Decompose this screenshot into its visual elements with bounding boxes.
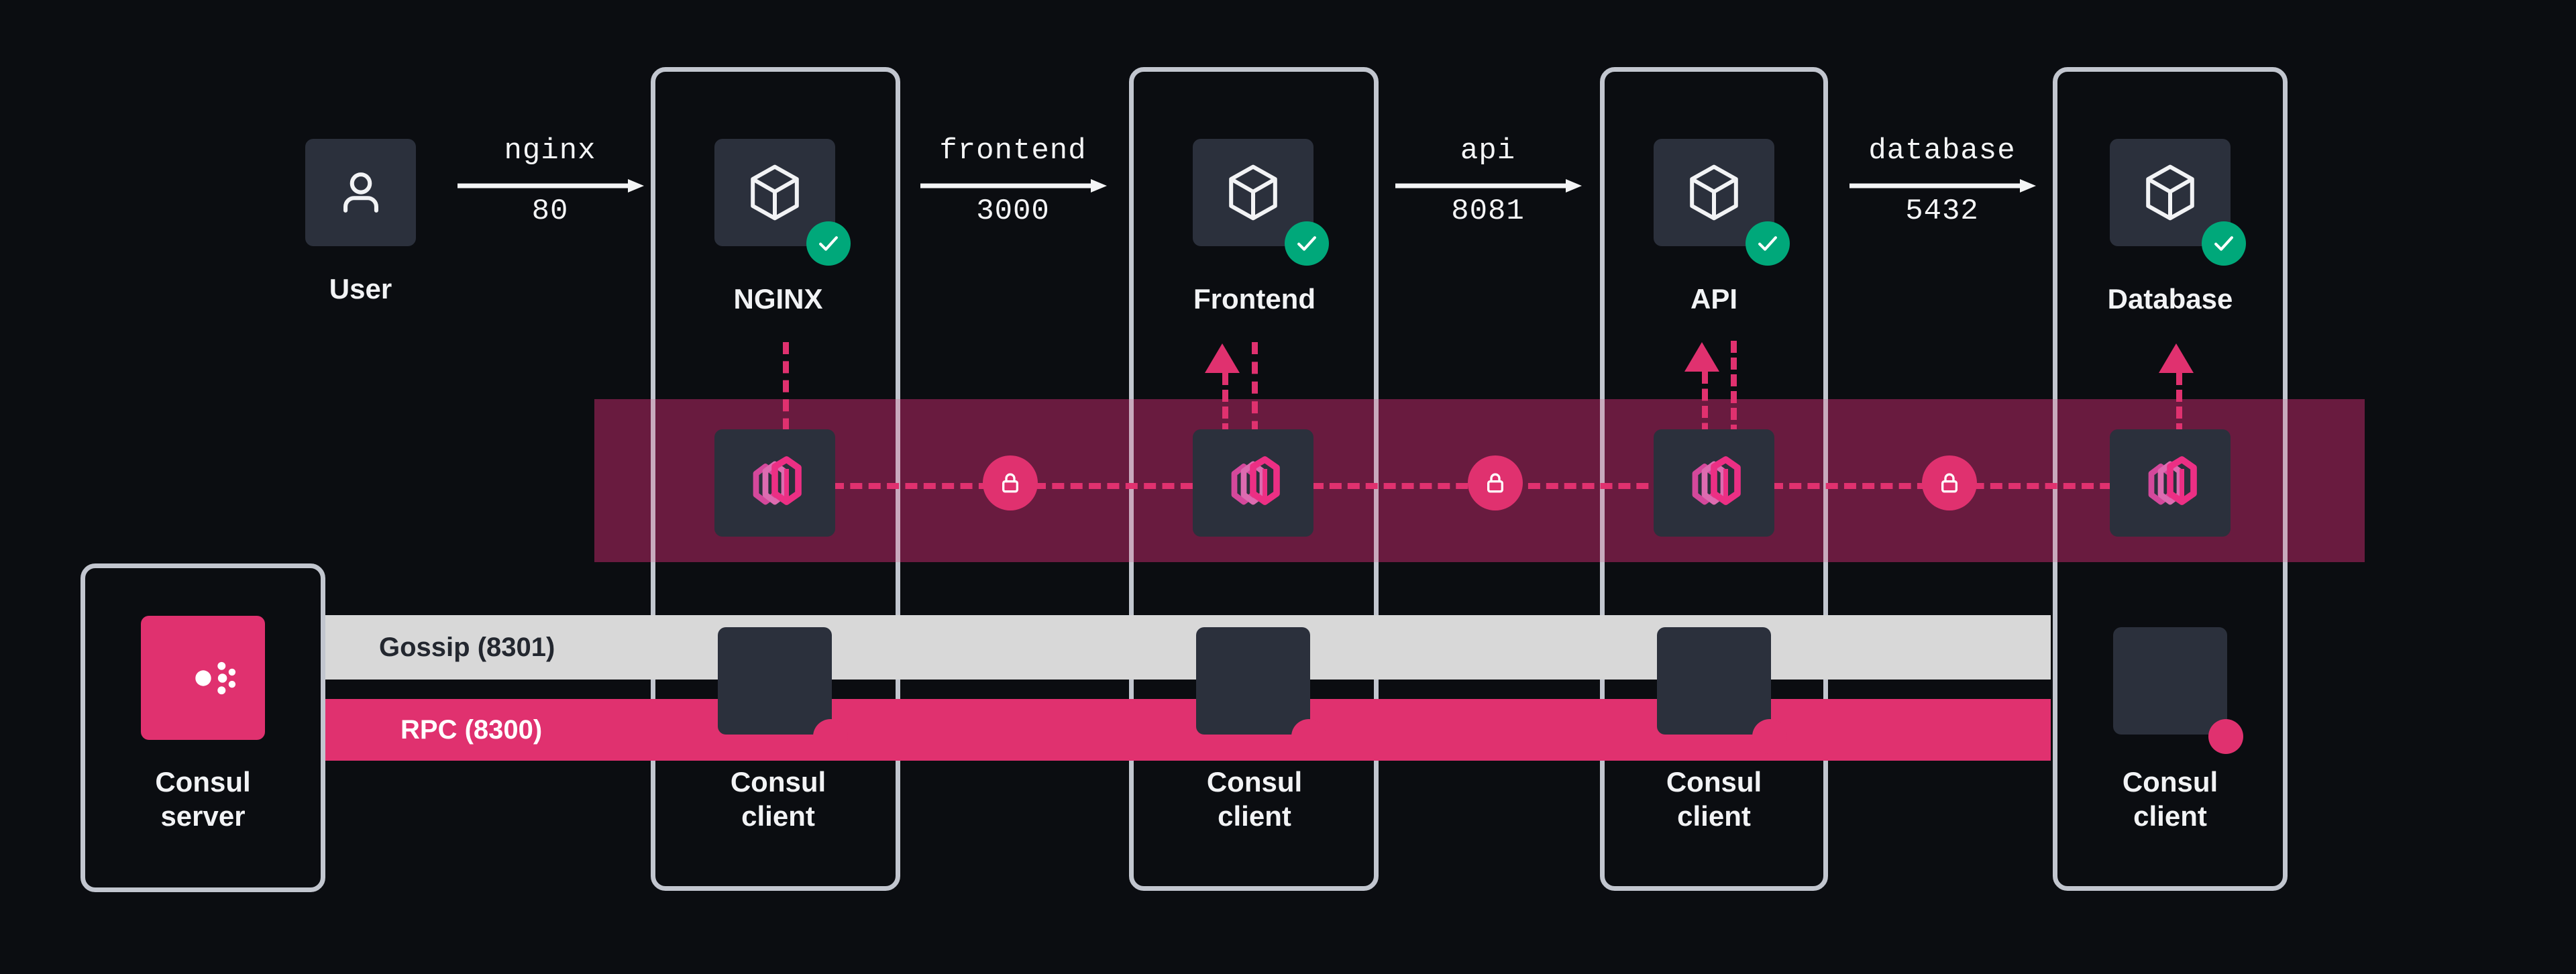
- consul-server-label: Consul server: [80, 765, 325, 833]
- lock-icon: [1941, 473, 1957, 493]
- connection-database-port: 5432: [1905, 195, 1979, 228]
- consul-client-label-line2: client: [2133, 800, 2207, 832]
- mtls-lock-1: [983, 455, 1038, 510]
- service-label-nginx: NGINX: [733, 283, 823, 315]
- check-icon: [1758, 236, 1777, 251]
- proxy-link-frontend-arrowhead: [1205, 343, 1240, 373]
- connection-api-port: 8081: [1451, 195, 1525, 228]
- consul-logo-icon: [141, 616, 265, 740]
- cube-icon: [2146, 164, 2194, 221]
- connection-api-arrow: [1394, 178, 1582, 193]
- consul-client-label-line1: Consul: [2122, 766, 2218, 798]
- connection-frontend-arrow: [919, 178, 1107, 193]
- connection-frontend-port: 3000: [976, 195, 1050, 228]
- consul-client-label-line2: client: [1677, 800, 1751, 832]
- consul-client-dot-icon: [2208, 719, 2243, 754]
- health-badge-nginx: [806, 221, 851, 266]
- mtls-lock-2: [1468, 455, 1523, 510]
- diagram-canvas: Gossip (8301) RPC (8300) Consul server U…: [0, 0, 2576, 974]
- envoy-icon: [1231, 456, 1280, 505]
- consul-client-tile-nginx[interactable]: [718, 627, 832, 735]
- cube-icon: [1690, 164, 1738, 221]
- user-label: User: [329, 273, 392, 305]
- cube-icon: [1229, 164, 1277, 221]
- band-gossip: Gossip (8301): [325, 615, 2051, 680]
- envoy-icon: [1692, 456, 1741, 505]
- arrow-right-icon: [1395, 179, 1582, 193]
- check-icon: [819, 236, 838, 251]
- mtls-link-nginx-frontend: [832, 483, 1248, 489]
- connection-api: api 8081: [1394, 134, 1582, 228]
- envoy-icon: [753, 456, 802, 505]
- check-icon: [2214, 236, 2233, 251]
- user-tile: [305, 139, 416, 246]
- connection-nginx-arrow: [456, 178, 644, 193]
- proxy-tile-frontend[interactable]: [1193, 429, 1313, 537]
- proxy-tile-nginx[interactable]: [714, 429, 835, 537]
- connection-frontend: frontend 3000: [919, 134, 1107, 228]
- service-label-database: Database: [2107, 283, 2233, 315]
- service-label-api: API: [1690, 283, 1737, 315]
- cube-icon: [751, 164, 799, 221]
- health-badge-database: [2202, 221, 2246, 266]
- proxy-tile-api[interactable]: [1654, 429, 1774, 537]
- connection-database-service: database: [1868, 134, 2016, 168]
- health-badge-api: [1746, 221, 1790, 266]
- arrow-right-icon: [1849, 179, 2036, 193]
- connection-nginx: nginx 80: [456, 134, 644, 228]
- consul-client-label-line1: Consul: [730, 766, 826, 798]
- consul-client-tile-api[interactable]: [1657, 627, 1771, 735]
- service-label-frontend: Frontend: [1193, 283, 1316, 315]
- check-icon: [1297, 236, 1316, 251]
- consul-client-label-line1: Consul: [1206, 766, 1303, 798]
- consul-client-label-database: Consul client: [2076, 765, 2264, 833]
- arrow-right-icon: [920, 179, 1107, 193]
- consul-client-dot-icon: [1752, 719, 1787, 754]
- envoy-icon: [2148, 456, 2197, 505]
- lock-icon: [1002, 473, 1018, 493]
- proxy-link-api-arrowhead: [1684, 342, 1719, 372]
- connection-nginx-service: nginx: [504, 134, 596, 168]
- consul-client-tile-database[interactable]: [2113, 627, 2227, 735]
- consul-client-label-api: Consul client: [1620, 765, 1808, 833]
- consul-client-label-line2: client: [1218, 800, 1291, 832]
- consul-client-label-line2: client: [741, 800, 815, 832]
- consul-client-tile-frontend[interactable]: [1196, 627, 1310, 735]
- connection-database-arrow: [1848, 178, 2036, 193]
- consul-client-dot-icon: [1291, 719, 1326, 754]
- arrow-right-icon: [458, 179, 644, 193]
- health-badge-frontend: [1285, 221, 1329, 266]
- band-rpc-label: RPC (8300): [400, 714, 543, 745]
- consul-server-label-line1: Consul: [155, 766, 251, 798]
- proxy-tile-database[interactable]: [2110, 429, 2231, 537]
- connection-nginx-port: 80: [531, 195, 569, 228]
- connection-frontend-service: frontend: [939, 134, 1087, 168]
- proxy-link-database-arrowhead: [2159, 343, 2194, 373]
- band-rpc: RPC (8300): [325, 699, 2051, 761]
- consul-server-label-line2: server: [160, 800, 246, 832]
- mtls-lock-3: [1922, 455, 1977, 510]
- connection-database: database 5432: [1848, 134, 2036, 228]
- user-icon: [343, 172, 378, 213]
- lock-icon: [1487, 473, 1503, 493]
- consul-client-label-frontend: Consul client: [1161, 765, 1348, 833]
- connection-api-service: api: [1460, 134, 1516, 168]
- consul-client-label-nginx: Consul client: [684, 765, 872, 833]
- consul-client-dot-icon: [813, 719, 848, 754]
- band-gossip-label: Gossip (8301): [379, 632, 555, 662]
- consul-logo-glyph: [171, 646, 235, 710]
- consul-client-label-line1: Consul: [1666, 766, 1762, 798]
